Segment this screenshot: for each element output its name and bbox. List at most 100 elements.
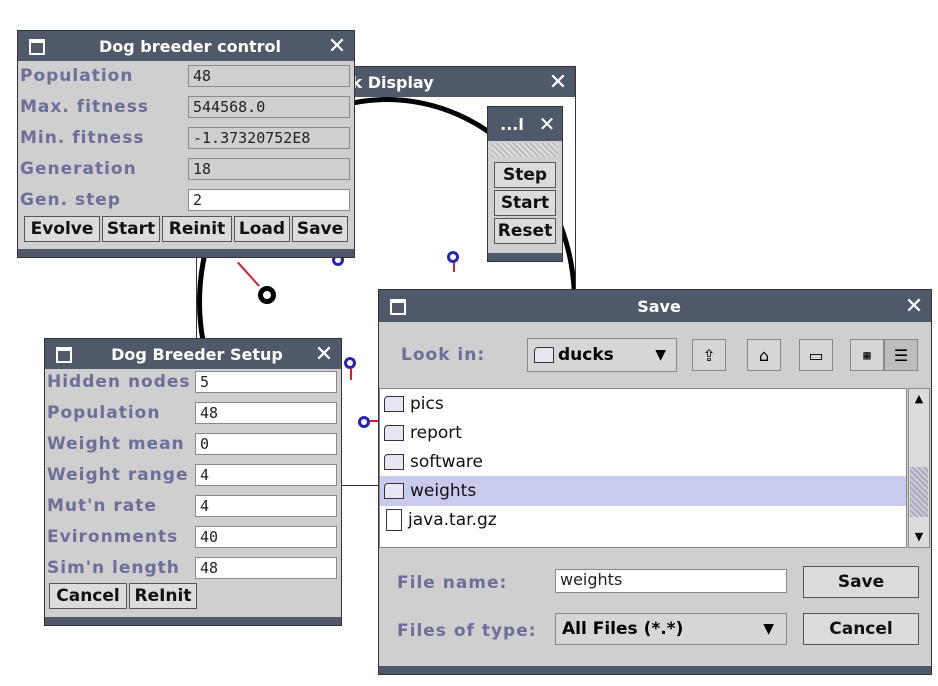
setup-window: Dog Breeder Setup ✕ Hidden nodes 5 Popul… [44,338,342,626]
breeder-control-title: Dog breeder control [99,36,281,56]
weight-mean-input[interactable]: 0 [195,433,337,455]
gen-step-label: Gen. step [20,190,121,210]
grip[interactable] [492,143,558,157]
save-button[interactable]: Save [292,216,348,242]
dropdown-arrow-icon: ▼ [655,347,666,363]
generation-value: 18 [188,158,350,180]
folder-icon [534,347,554,363]
close-icon[interactable]: ✕ [536,112,558,136]
row-gen-step: Gen. step 2 [18,186,354,216]
row-min-fitness: Min. fitness -1.37320752E8 [18,124,354,154]
save-button[interactable]: Save [803,566,919,598]
details-view-icon[interactable]: ☰ [884,339,918,371]
list-item[interactable]: pics [384,389,906,419]
window-menu-icon[interactable] [53,345,75,363]
generation-label: Generation [20,159,137,179]
sim-length-input[interactable]: 48 [195,557,337,579]
setup-titlebar[interactable]: Dog Breeder Setup ✕ [45,339,341,369]
up-folder-icon[interactable]: ⇪ [692,339,726,371]
sim-length-label: Sim'n length [47,558,180,578]
window-menu-icon[interactable] [26,37,48,55]
mutation-rate-input[interactable]: 4 [195,495,337,517]
file-name: software [410,452,484,472]
file-name: report [410,423,462,443]
mutation-rate-label: Mut'n rate [47,496,157,516]
folder-icon [384,454,404,470]
row-mutation-rate: Mut'n rate 4 [45,492,341,522]
start-button[interactable]: Start [102,216,160,242]
window-menu-icon[interactable] [387,297,409,315]
scroll-down-arrow-icon[interactable]: ▼ [909,527,929,547]
row-population: Population 48 [18,62,354,92]
file-name: weights [410,481,477,501]
evolve-button[interactable]: Evolve [24,216,100,242]
duck-heading [350,368,352,380]
step-button[interactable]: Step [494,162,556,188]
row-environments: Evironments 40 [45,523,341,553]
files-of-type-value: All Files (*.*) [562,619,684,639]
row-hidden-nodes: Hidden nodes 5 [45,368,341,398]
weight-range-input[interactable]: 4 [195,464,337,486]
file-name: pics [410,394,444,414]
min-fitness-value: -1.37320752E8 [188,127,350,149]
row-population: Population 48 [45,399,341,429]
max-fitness-value: 544568.0 [188,96,350,118]
cancel-button[interactable]: Cancel [49,583,127,609]
reinit-button[interactable]: ReInit [129,583,197,609]
dog-agent [258,286,276,304]
load-button[interactable]: Load [234,216,290,242]
row-weight-range: Weight range 4 [45,461,341,491]
file-name-input[interactable]: weights [555,569,787,593]
folder-icon [384,396,404,412]
duck-agent [358,416,370,428]
environments-input[interactable]: 40 [195,526,337,548]
mini-titlebar[interactable]: ...l ✕ [488,107,562,141]
weight-range-label: Weight range [47,465,189,485]
cancel-button[interactable]: Cancel [803,613,919,645]
list-item[interactable]: software [384,447,906,477]
mini-control-window: ...l ✕ Step Start Reset [487,106,563,262]
start-button[interactable]: Start [494,190,556,216]
weight-mean-label: Weight mean [47,434,185,454]
files-of-type-combo[interactable]: All Files (*.*) ▼ [555,613,787,645]
scroll-up-arrow-icon[interactable]: ▲ [909,389,929,409]
breeder-control-titlebar[interactable]: Dog breeder control ✕ [18,31,354,61]
save-bottom-bar [379,666,931,674]
scrollbar[interactable]: ▲ ▼ [908,388,930,548]
close-icon[interactable]: ✕ [311,342,337,367]
close-icon[interactable]: ✕ [901,294,927,319]
mini-title: ...l [500,114,524,134]
row-max-fitness: Max. fitness 544568.0 [18,93,354,123]
hidden-nodes-label: Hidden nodes [47,372,191,392]
reset-button[interactable]: Reset [494,218,556,244]
gen-step-input[interactable]: 2 [188,189,350,211]
reinit-button[interactable]: Reinit [162,216,232,242]
save-titlebar[interactable]: Save ✕ [379,290,931,322]
hidden-nodes-input[interactable]: 5 [195,371,337,393]
home-icon[interactable]: ⌂ [747,339,781,371]
list-item[interactable]: report [384,418,906,448]
file-icon [386,509,402,531]
file-name: java.tar.gz [408,510,497,530]
population-input[interactable]: 48 [195,402,337,424]
list-item[interactable]: java.tar.gz [384,505,906,535]
file-name-label: File name: [397,573,508,593]
environments-label: Evironments [47,527,179,547]
save-dialog: Save ✕ Look in: ducks ▼ ⇪ ⌂ ▭ ▦ ☰ pics r… [378,289,932,675]
list-item-selected[interactable]: weights [380,476,906,506]
breeder-control-bottom-bar [18,249,354,257]
list-view-icon[interactable]: ▦ [850,339,884,371]
row-weight-mean: Weight mean 0 [45,430,341,460]
close-icon[interactable]: ✕ [324,34,350,59]
scroll-thumb[interactable] [910,467,928,517]
look-in-combo[interactable]: ducks ▼ [527,338,677,372]
population-label: Population [20,66,134,86]
save-title: Save [637,296,681,316]
breeder-control-window: Dog breeder control ✕ Population 48 Max.… [17,30,355,258]
duck-heading [453,262,455,272]
new-folder-icon[interactable]: ▭ [799,339,833,371]
population-value: 48 [188,65,350,87]
file-list[interactable]: pics report software weights java.tar.gz [379,388,907,548]
close-icon[interactable]: ✕ [545,70,571,95]
mini-bottom-bar [488,253,562,261]
